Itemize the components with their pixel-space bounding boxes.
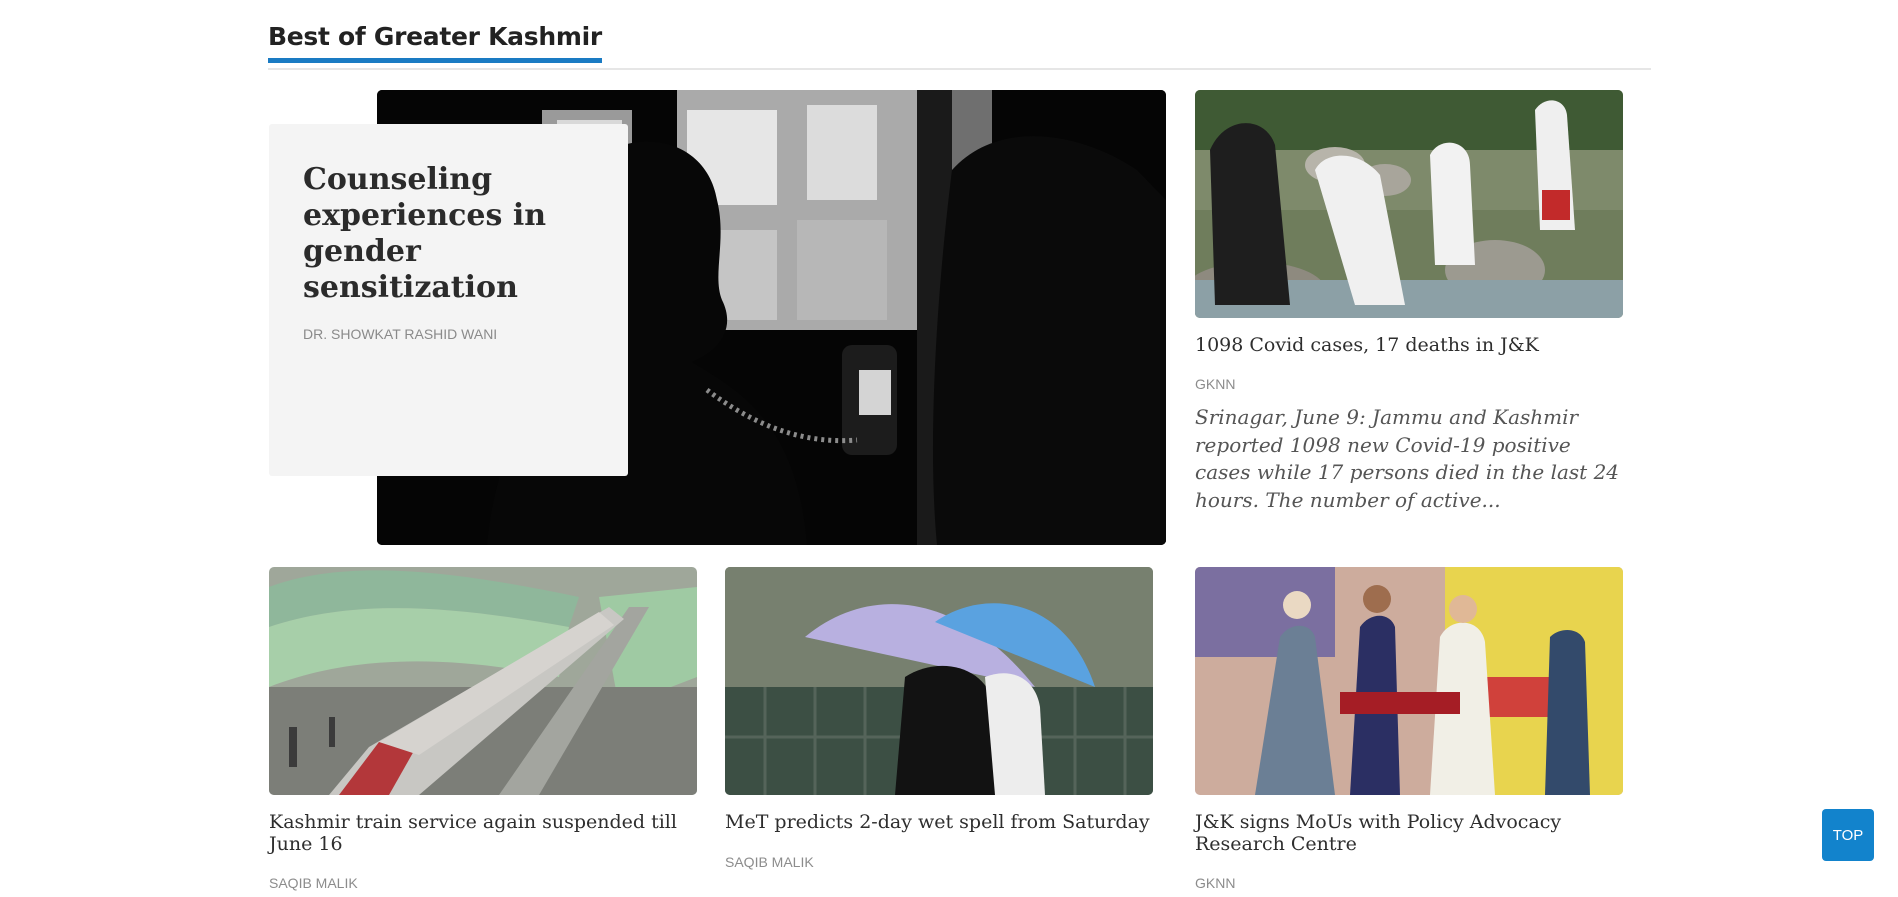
- covid-story-image[interactable]: [1195, 90, 1623, 318]
- back-to-top-button[interactable]: TOP: [1822, 809, 1874, 861]
- covid-story-excerpt: Srinagar, June 9: Jammu and Kashmir repo…: [1195, 405, 1620, 512]
- covid-story-title[interactable]: 1098 Covid cases, 17 deaths in J&K: [1195, 334, 1623, 356]
- covid-story-author: GKNN: [1195, 376, 1236, 392]
- mou-story-image[interactable]: [1195, 567, 1623, 795]
- featured-story-card[interactable]: Counseling experiences in gender sensiti…: [269, 124, 628, 476]
- train-story-author: SAQIB MALIK: [269, 875, 358, 891]
- section-header: Best of Greater Kashmir: [268, 22, 1651, 70]
- featured-story-author: DR. SHOWKAT RASHID WANI: [303, 326, 498, 342]
- featured-story-title[interactable]: Counseling experiences in gender sensiti…: [303, 162, 594, 306]
- train-story-title[interactable]: Kashmir train service again suspended ti…: [269, 811, 697, 855]
- train-story-image[interactable]: [269, 567, 697, 795]
- weather-story-title[interactable]: MeT predicts 2-day wet spell from Saturd…: [725, 811, 1165, 833]
- mou-story-title[interactable]: J&K signs MoUs with Policy Advocacy Rese…: [1195, 811, 1623, 855]
- section-title: Best of Greater Kashmir: [268, 22, 602, 63]
- mou-story-author: GKNN: [1195, 875, 1236, 891]
- weather-story-author: SAQIB MALIK: [725, 854, 814, 870]
- weather-story-image[interactable]: [725, 567, 1153, 795]
